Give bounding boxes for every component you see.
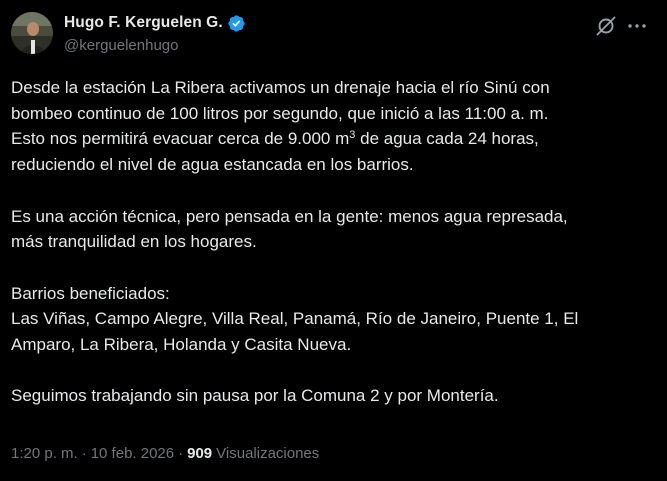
tweet-line: Es una acción técnica, pero pensada en l… bbox=[11, 206, 568, 226]
views-label: Visualizaciones bbox=[216, 445, 320, 462]
tweet-line: Esto nos permitirá evacuar cerca de 9.00… bbox=[11, 126, 659, 152]
tweet-date[interactable]: 10 feb. 2026 bbox=[91, 445, 174, 462]
tweet-line: Barrios beneficiados: bbox=[11, 283, 170, 303]
tweet-line: reduciendo el nivel de agua estancada en… bbox=[11, 155, 414, 175]
tweet-line-part: de agua cada 24 horas, bbox=[355, 129, 539, 149]
meta-separator: · bbox=[178, 445, 184, 462]
tweet-card: Hugo F. Kerguelen G. @kerguelenhugo Desd… bbox=[0, 0, 667, 481]
tweet-meta: 1:20 p. m. · 10 feb. 2026 · 909 Visualiz… bbox=[11, 445, 319, 462]
author-display-name[interactable]: Hugo F. Kerguelen G. bbox=[64, 14, 223, 32]
author-handle[interactable]: @kerguelenhugo bbox=[64, 37, 178, 54]
tweet-line-part: Esto nos permitirá evacuar cerca de 9.00… bbox=[11, 129, 350, 149]
tweet-timestamp[interactable]: 1:20 p. m. bbox=[11, 445, 78, 462]
meta-separator: · bbox=[81, 445, 87, 462]
more-horizontal-icon[interactable] bbox=[625, 14, 649, 38]
tweet-text: Desde la estación La Ribera activamos un… bbox=[11, 75, 659, 409]
tweet-line: Desde la estación La Ribera activamos un… bbox=[11, 78, 550, 97]
grok-icon[interactable] bbox=[594, 14, 618, 38]
views-count: 909 bbox=[187, 445, 213, 462]
tweet-line: Seguimos trabajando sin pausa por la Com… bbox=[11, 386, 499, 406]
tweet-line: bombeo continuo de 100 litros por segund… bbox=[11, 103, 549, 123]
tweet-line: Las Viñas, Campo Alegre, Villa Real, Pan… bbox=[11, 309, 579, 329]
avatar[interactable] bbox=[11, 12, 53, 54]
tweet-line: más tranquilidad en los hogares. bbox=[11, 232, 257, 252]
author-name-row: Hugo F. Kerguelen G. bbox=[64, 12, 246, 34]
verified-badge-icon[interactable] bbox=[227, 14, 246, 33]
avatar-image bbox=[11, 12, 53, 54]
tweet-line: Amparo, La Ribera, Holanda y Casita Nuev… bbox=[11, 335, 352, 354]
